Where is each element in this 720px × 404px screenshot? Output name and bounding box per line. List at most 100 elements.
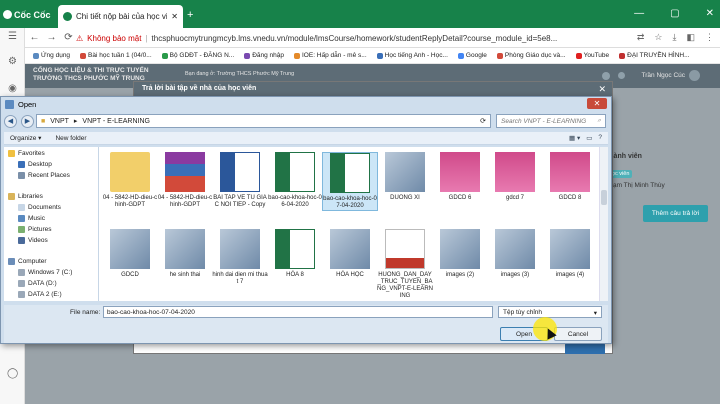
nav-videos[interactable]: Videos — [18, 237, 48, 244]
file-item[interactable]: he sinh thai — [157, 229, 213, 279]
file-item[interactable]: HÓA 8 — [267, 229, 323, 279]
file-item[interactable]: GDCD — [102, 229, 158, 279]
organize-button[interactable]: Organize ▾ — [10, 134, 41, 142]
file-list-scrollbar[interactable] — [599, 147, 608, 301]
videos-icon — [18, 237, 25, 244]
desktop-icon — [18, 161, 25, 168]
nav-music[interactable]: Music — [18, 215, 45, 222]
active-tab[interactable]: Chi tiết nộp bài của học viên ✕ — [58, 5, 183, 28]
maximize-icon[interactable]: ▢ — [670, 8, 679, 19]
nav-drive-d[interactable]: DATA (D:) — [18, 280, 57, 287]
preview-pane-icon[interactable]: ▭ — [586, 134, 592, 142]
nav-drive-c[interactable]: Windows 7 (C:) — [18, 269, 72, 276]
file-item[interactable]: HÓA HỌC — [322, 229, 378, 279]
sidebar-more-icon[interactable]: ◯ — [7, 368, 18, 379]
rar-archive-icon — [165, 152, 205, 192]
nav-libraries[interactable]: Libraries — [8, 193, 43, 200]
file-name: images (4) — [555, 272, 585, 278]
filename-input[interactable]: bao-cao-khoa-hoc-07-04-2020 — [103, 306, 493, 318]
path-folder[interactable]: VNPT - E-LEARNING — [82, 118, 150, 125]
nav-documents[interactable]: Documents — [18, 204, 61, 211]
file-item[interactable]: GDCD 8 — [542, 152, 598, 202]
file-item[interactable]: GDCD 6 — [432, 152, 488, 202]
user-name[interactable]: Trần Ngọc Cúc — [642, 72, 685, 79]
bookmark-label: Phòng Giáo dục và... — [504, 52, 566, 59]
nav-favorites[interactable]: Favorites — [8, 150, 45, 157]
url-field[interactable]: ⚠ Không bảo mật | thcsphuocmytrungmcyb.l… — [76, 31, 566, 45]
tab-close-icon[interactable]: ✕ — [171, 12, 178, 21]
dialog-back-icon[interactable]: ◀ — [4, 115, 17, 128]
bookmark-item[interactable]: Ứng dụng — [33, 52, 70, 59]
scrollbar-thumb[interactable] — [601, 190, 607, 205]
close-window-icon[interactable]: ✕ — [706, 8, 714, 19]
back-icon[interactable]: ← — [26, 32, 43, 43]
menu-icon[interactable]: ⋮ — [705, 32, 714, 43]
site-title[interactable]: CỔNG HỌC LIỆU & THI TRỰC TUYẾN TRƯỜNG TH… — [33, 67, 149, 83]
site-footer — [25, 354, 720, 404]
browser-logo[interactable]: Cốc Cốc — [3, 7, 53, 22]
minimize-icon[interactable]: — — [634, 8, 644, 19]
modal-close-icon[interactable]: ✕ — [598, 84, 606, 95]
path-breadcrumb[interactable]: ■ VNPT ▸ VNPT - E-LEARNING ⟳ — [36, 114, 491, 128]
bookmark-item[interactable]: ĐẠI TRUYỀN HÌNH... — [619, 52, 690, 59]
file-item[interactable]: gdcd 7 — [487, 152, 543, 202]
nav-recent[interactable]: Recent Places — [18, 172, 70, 179]
file-item[interactable]: DUONG XI — [377, 152, 433, 202]
file-item[interactable]: bao-cao-khoa-hoc-06-04-2020 — [267, 152, 323, 209]
nav-computer[interactable]: Computer — [8, 258, 47, 265]
bell-icon[interactable] — [602, 72, 610, 80]
bookmark-item[interactable]: Bộ GDĐT - ĐĂNG N... — [161, 52, 234, 59]
reload-icon[interactable]: ⟳ — [60, 32, 77, 43]
add-answer-button[interactable]: Thêm câu trả lời — [643, 205, 708, 222]
file-item[interactable]: 04 - 5842-HD-dieu-chinh-GDPT — [102, 152, 158, 209]
file-item[interactable]: BAI TAP VE TU GIAC NOI TIEP - Copy — [212, 152, 268, 209]
bookmark-item[interactable]: YouTube — [575, 52, 609, 59]
bookmark-item[interactable]: IOE: Hấp dẫn - mê s... — [294, 52, 367, 59]
bookmark-favicon-icon — [244, 52, 251, 59]
bookmark-item[interactable]: Phòng Giáo dục và... — [496, 52, 566, 59]
path-refresh-icon[interactable]: ⟳ — [480, 117, 486, 125]
translate-icon[interactable]: ⇄ — [637, 32, 645, 43]
image-thumbnail-icon — [110, 229, 150, 269]
file-name: images (2) — [445, 272, 475, 278]
bookmark-item[interactable]: Đăng nhập — [244, 52, 284, 59]
nav-desktop[interactable]: Desktop — [18, 161, 52, 168]
navigation-pane: Favorites Desktop Recent Places Librarie… — [4, 147, 99, 301]
cancel-button[interactable]: Cancel — [554, 327, 602, 341]
bookmark-item[interactable]: Google — [457, 52, 487, 59]
notification-icon[interactable] — [618, 72, 625, 79]
file-item[interactable]: hinh dai dien mi thuat 7 — [212, 229, 268, 286]
image-thumbnail-icon — [440, 229, 480, 269]
bookmark-item[interactable]: Bài học tuần 1 (04/0... — [80, 52, 152, 59]
insecure-icon: ⚠ — [76, 33, 84, 43]
path-root[interactable]: VNPT — [50, 118, 69, 125]
file-item[interactable]: 04 - 5842-HD-dieu-chinh-GDPT — [157, 152, 213, 209]
dialog-close-button[interactable]: ✕ — [587, 98, 607, 109]
download-icon[interactable]: ⤓ — [673, 32, 677, 43]
image-thumbnail-icon — [330, 229, 370, 269]
bookmark-item[interactable]: Học tiếng Anh - Học... — [376, 52, 448, 59]
file-item[interactable]: images (3) — [487, 229, 543, 279]
file-name: GDCD 6 — [448, 195, 472, 201]
new-folder-button[interactable]: New folder — [55, 135, 86, 142]
file-item[interactable]: HUONG_DAN_DAY_TRUC_TUYEN_BANG_VNPT-E-LEA… — [377, 229, 433, 300]
dialog-forward-icon[interactable]: ▶ — [21, 115, 34, 128]
messenger-icon[interactable]: ◉ — [7, 83, 18, 94]
file-item[interactable]: bao-cao-khoa-hoc-07-04-2020 — [322, 152, 378, 211]
settings-icon[interactable]: ⚙ — [7, 56, 18, 67]
breadcrumb[interactable]: Bạn đang ở: Trường THCS Phước Mỹ Trung — [185, 71, 294, 77]
help-icon[interactable]: ? — [598, 134, 602, 142]
filetype-select[interactable]: Tệp tùy chỉnh ▾ — [498, 306, 602, 318]
extension-icon[interactable]: ◧ — [686, 32, 695, 43]
new-tab-icon[interactable]: + — [187, 9, 193, 21]
dialog-search-input[interactable]: Search VNPT - E-LEARNING ⌕ — [496, 114, 606, 128]
file-item[interactable]: images (2) — [432, 229, 488, 279]
view-options-icon[interactable]: ▦ ▾ — [569, 134, 580, 142]
nav-pictures[interactable]: Pictures — [18, 226, 51, 233]
file-item[interactable]: images (4) — [542, 229, 598, 279]
nav-drive-e[interactable]: DATA 2 (E:) — [18, 291, 62, 298]
bookmark-star-icon[interactable]: ☆ — [654, 32, 662, 43]
sidebar-toggle-icon[interactable]: ☰ — [7, 31, 18, 42]
avatar[interactable] — [689, 70, 700, 81]
forward-icon[interactable]: → — [43, 32, 60, 43]
